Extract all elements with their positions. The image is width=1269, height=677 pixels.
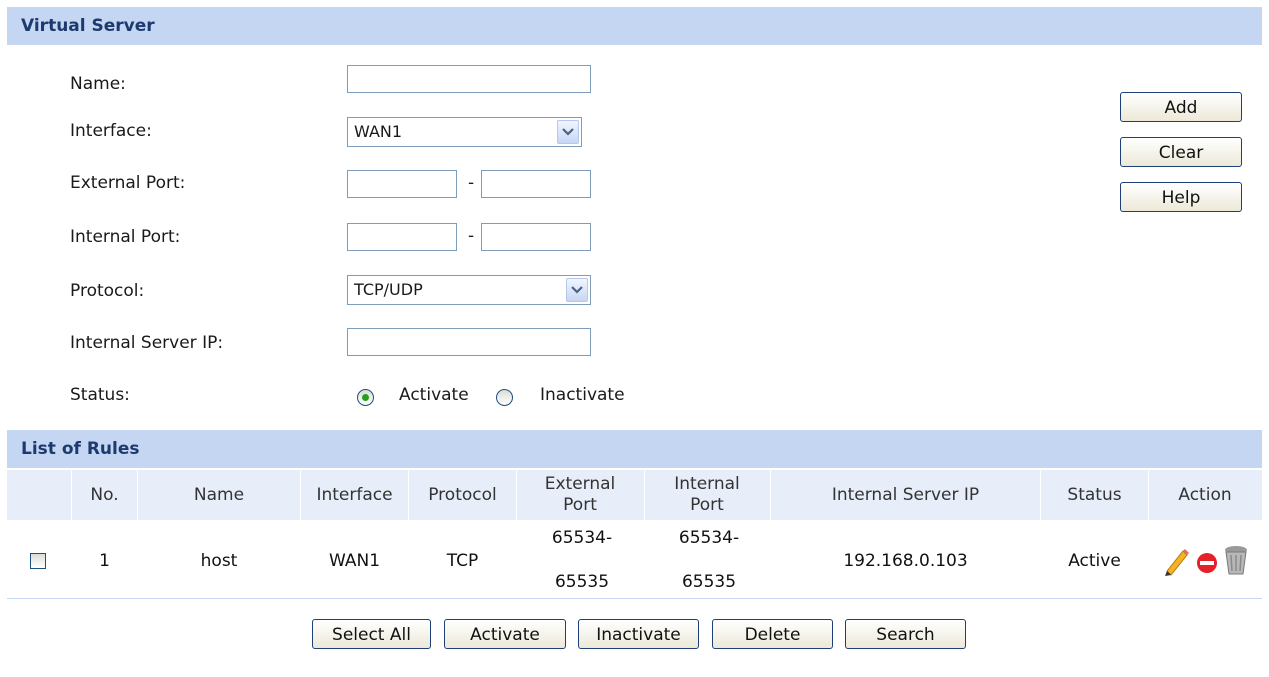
chevron-down-icon[interactable] — [557, 120, 579, 144]
virtual-server-header: Virtual Server — [7, 7, 1262, 45]
disable-icon[interactable] — [1196, 552, 1218, 574]
delete-button[interactable]: Delete — [712, 619, 833, 649]
pencil-icon[interactable] — [1162, 546, 1190, 576]
internal-port-separator: - — [468, 226, 475, 246]
inactivate-button[interactable]: Inactivate — [578, 619, 699, 649]
chevron-down-icon[interactable] — [566, 278, 588, 302]
activate-radio[interactable] — [357, 389, 374, 406]
protocol-label: Protocol: — [70, 281, 145, 301]
column-divider — [644, 470, 645, 520]
row-status: Active — [1068, 551, 1121, 571]
protocol-selected-value: TCP/UDP — [354, 280, 423, 299]
activate-button[interactable]: Activate — [444, 619, 566, 649]
inactivate-radio-label[interactable]: Inactivate — [540, 385, 625, 405]
protocol-select[interactable]: TCP/UDP — [347, 275, 591, 305]
column-divider — [516, 470, 517, 520]
column-header-name: Name — [193, 484, 245, 505]
column-header-no: No. — [90, 484, 119, 505]
server-ip-input[interactable] — [347, 328, 591, 356]
select-all-button[interactable]: Select All — [312, 619, 431, 649]
column-header-status: Status — [1067, 484, 1122, 505]
internal-port-label: Internal Port: — [70, 227, 181, 247]
table-row: 1 host WAN1 TCP 65534- 65535 65534- 6553… — [7, 520, 1262, 599]
column-header-action: Action — [1178, 484, 1232, 505]
list-of-rules-header: List of Rules — [7, 430, 1262, 468]
row-external-port-end: 65535 — [554, 572, 610, 592]
interface-selected-value: WAN1 — [354, 122, 403, 141]
row-internal-port-start: 65534- — [678, 528, 740, 548]
name-label: Name: — [70, 74, 126, 94]
internal-port-to-input[interactable] — [481, 223, 591, 251]
internal-port-from-input[interactable] — [347, 223, 457, 251]
column-header-external-port: External Port — [544, 474, 616, 515]
row-no: 1 — [99, 551, 110, 571]
column-header-interface: Interface — [316, 484, 393, 505]
row-internal-port-end: 65535 — [681, 572, 737, 592]
name-input[interactable] — [347, 65, 591, 93]
help-button[interactable]: Help — [1120, 182, 1242, 212]
column-header-server-ip: Internal Server IP — [831, 484, 980, 505]
row-name: host — [200, 551, 238, 571]
virtual-server-title: Virtual Server — [21, 16, 155, 36]
row-protocol: TCP — [446, 551, 479, 571]
external-port-label: External Port: — [70, 173, 186, 193]
add-button[interactable]: Add — [1120, 92, 1242, 122]
list-of-rules-title: List of Rules — [21, 439, 140, 459]
clear-button[interactable]: Clear — [1120, 137, 1242, 167]
interface-label: Interface: — [70, 121, 152, 141]
trash-icon[interactable] — [1224, 544, 1248, 576]
column-header-protocol: Protocol — [428, 484, 497, 505]
row-select-checkbox[interactable] — [30, 553, 46, 569]
row-external-port-start: 65534- — [551, 528, 613, 548]
external-port-from-input[interactable] — [347, 170, 457, 198]
row-interface: WAN1 — [328, 551, 381, 571]
status-label: Status: — [70, 385, 130, 405]
external-port-to-input[interactable] — [481, 170, 591, 198]
search-button[interactable]: Search — [845, 619, 966, 649]
inactivate-radio[interactable] — [496, 389, 513, 406]
row-server-ip: 192.168.0.103 — [843, 551, 968, 571]
column-header-internal-port: Internal Port — [674, 474, 740, 515]
server-ip-label: Internal Server IP: — [70, 333, 224, 353]
activate-radio-label[interactable]: Activate — [399, 385, 469, 405]
interface-select[interactable]: WAN1 — [347, 117, 582, 147]
external-port-separator: - — [468, 173, 475, 193]
